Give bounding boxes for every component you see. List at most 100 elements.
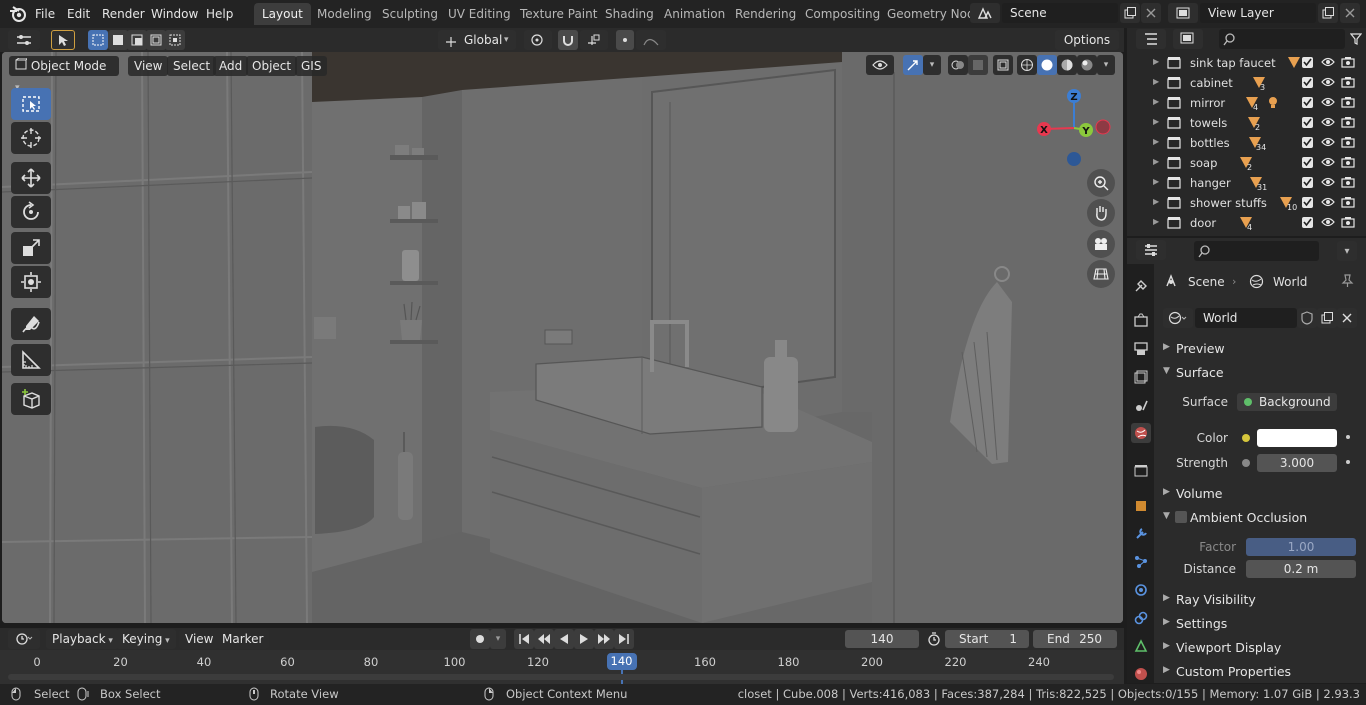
collection-tab-icon[interactable] bbox=[1131, 460, 1151, 480]
camera-render-icon[interactable] bbox=[1341, 136, 1355, 151]
tab-geometry-nodes[interactable]: Geometry Nod bbox=[879, 3, 983, 25]
outliner-search-input[interactable] bbox=[1219, 29, 1345, 49]
properties-search-input[interactable] bbox=[1194, 241, 1319, 261]
constraints-tab-icon[interactable] bbox=[1131, 608, 1151, 628]
exclude-checkbox[interactable] bbox=[1302, 197, 1313, 208]
timeline-menu-view[interactable]: View bbox=[179, 629, 220, 649]
prev-keyframe-icon[interactable] bbox=[534, 629, 554, 649]
eye-icon[interactable] bbox=[1321, 196, 1335, 211]
outliner-row[interactable]: ▶ towels 2 bbox=[1127, 113, 1366, 133]
expand-arrow-icon[interactable]: ▶ bbox=[1153, 197, 1159, 206]
expand-arrow-icon[interactable]: ▶ bbox=[1153, 97, 1159, 106]
keyframe-dot-icon[interactable] bbox=[1346, 435, 1350, 439]
timeline-menu-keying[interactable]: Keying ▾ bbox=[116, 629, 176, 649]
panel-viewport-display[interactable]: Viewport Display bbox=[1176, 640, 1281, 655]
filter-icon[interactable] bbox=[1347, 29, 1365, 49]
gizmo-neg-z-axis[interactable] bbox=[1067, 152, 1081, 166]
physics-tab-icon[interactable] bbox=[1131, 580, 1151, 600]
panel-ray-visibility[interactable]: Ray Visibility bbox=[1176, 592, 1256, 607]
tool-transform[interactable] bbox=[11, 266, 51, 298]
exclude-checkbox[interactable] bbox=[1302, 217, 1313, 228]
expand-arrow-icon[interactable]: ▶ bbox=[1153, 77, 1159, 86]
tool-measure[interactable] bbox=[11, 344, 51, 376]
camera-render-icon[interactable] bbox=[1341, 76, 1355, 91]
select-invert-icon[interactable] bbox=[146, 30, 166, 50]
options-dropdown[interactable]: Options ▾ bbox=[1055, 30, 1119, 67]
gizmo-neg-x-axis[interactable] bbox=[1095, 119, 1111, 135]
timeline-editor-type-icon[interactable] bbox=[8, 629, 40, 649]
proportional-edit-icon[interactable] bbox=[616, 30, 634, 50]
outliner-item-name[interactable]: mirror bbox=[1190, 96, 1225, 110]
properties-editor-type-icon[interactable] bbox=[1136, 240, 1166, 260]
color-swatch[interactable] bbox=[1257, 429, 1337, 447]
tab-compositing[interactable]: Compositing bbox=[797, 3, 888, 25]
exclude-checkbox[interactable] bbox=[1302, 57, 1313, 68]
expand-arrow-icon[interactable]: ▶ bbox=[1153, 137, 1159, 146]
chevron-down-icon[interactable]: ▾ bbox=[1337, 241, 1357, 261]
tab-texture-paint[interactable]: Texture Paint bbox=[512, 3, 605, 25]
eye-icon[interactable] bbox=[1321, 136, 1335, 151]
snap-toggle-icon[interactable] bbox=[558, 30, 578, 50]
outliner-item-name[interactable]: towels bbox=[1190, 116, 1227, 130]
camera-render-icon[interactable] bbox=[1341, 156, 1355, 171]
snap-target-icon[interactable] bbox=[580, 30, 608, 50]
shading-rendered-icon[interactable] bbox=[1077, 55, 1097, 75]
perspective-toggle-icon[interactable] bbox=[1087, 260, 1115, 288]
shading-solid-icon[interactable] bbox=[1037, 55, 1057, 75]
outliner-row[interactable]: ▶ mirror 4 bbox=[1127, 93, 1366, 113]
menu-window[interactable]: Window bbox=[151, 5, 198, 23]
tool-tab-icon[interactable] bbox=[1131, 276, 1151, 296]
panel-custom-properties[interactable]: Custom Properties bbox=[1176, 664, 1291, 679]
expand-arrow-icon[interactable]: ▶ bbox=[1153, 177, 1159, 186]
xray-disabled-icon[interactable] bbox=[968, 55, 988, 75]
panel-preview[interactable]: Preview bbox=[1176, 341, 1225, 356]
eye-icon[interactable] bbox=[1321, 216, 1335, 231]
editor-type-icon[interactable] bbox=[8, 30, 40, 50]
overlays-icon[interactable] bbox=[948, 55, 968, 75]
viewport-menu-object[interactable]: Object bbox=[246, 56, 298, 76]
camera-render-icon[interactable] bbox=[1341, 196, 1355, 211]
viewport-menu-select[interactable]: Select bbox=[167, 56, 217, 76]
eye-icon[interactable] bbox=[1321, 56, 1335, 71]
visibility-filter-icon[interactable] bbox=[866, 55, 894, 75]
menu-edit[interactable]: Edit bbox=[67, 5, 90, 23]
exclude-checkbox[interactable] bbox=[1302, 177, 1313, 188]
outliner-row[interactable]: ▶ hanger 31 bbox=[1127, 173, 1366, 193]
tool-scale[interactable] bbox=[11, 232, 51, 264]
play-reverse-icon[interactable] bbox=[554, 629, 574, 649]
exclude-checkbox[interactable] bbox=[1302, 117, 1313, 128]
fake-user-icon[interactable] bbox=[1297, 308, 1317, 328]
view-layer-tab-icon[interactable] bbox=[1131, 367, 1151, 387]
camera-render-icon[interactable] bbox=[1341, 56, 1355, 71]
strength-field[interactable]: 3.000 bbox=[1257, 454, 1337, 472]
timeline-scrubber[interactable]: 020406080100120140160180200220240140 bbox=[0, 650, 1124, 684]
eye-icon[interactable] bbox=[1321, 176, 1335, 191]
outliner-item-name[interactable]: sink tap faucet bbox=[1190, 56, 1276, 70]
tool-cursor[interactable] bbox=[11, 122, 51, 154]
tab-sculpting[interactable]: Sculpting bbox=[374, 3, 446, 25]
playhead-frame-badge[interactable]: 140 bbox=[606, 653, 637, 670]
exclude-checkbox[interactable] bbox=[1302, 77, 1313, 88]
tool-annotate[interactable] bbox=[11, 308, 51, 340]
camera-render-icon[interactable] bbox=[1341, 96, 1355, 111]
camera-view-icon[interactable] bbox=[1087, 230, 1115, 258]
start-frame-field[interactable]: Start 1 bbox=[945, 630, 1029, 648]
camera-render-icon[interactable] bbox=[1341, 216, 1355, 231]
object-tab-icon[interactable] bbox=[1131, 496, 1151, 516]
navigation-gizmo[interactable]: Z Y X bbox=[1032, 88, 1116, 168]
expand-arrow-icon[interactable]: ▶ bbox=[1153, 157, 1159, 166]
outliner-item-name[interactable]: hanger bbox=[1190, 176, 1231, 190]
outliner-item-name[interactable]: soap bbox=[1190, 156, 1217, 170]
view-layer-selector-icon[interactable] bbox=[1168, 3, 1198, 23]
outliner-row[interactable]: ▶ bottles 34 bbox=[1127, 133, 1366, 153]
timeline-menu-marker[interactable]: Marker bbox=[216, 629, 270, 649]
jump-start-icon[interactable] bbox=[514, 629, 534, 649]
view-layer-name-field[interactable]: View Layer bbox=[1200, 3, 1316, 23]
panel-surface[interactable]: Surface bbox=[1176, 365, 1224, 380]
menu-render[interactable]: Render bbox=[102, 5, 145, 23]
new-world-icon[interactable] bbox=[1317, 308, 1337, 328]
panel-settings[interactable]: Settings bbox=[1176, 616, 1227, 631]
scene-render[interactable] bbox=[2, 52, 1123, 623]
expand-arrow-icon[interactable]: ▶ bbox=[1153, 57, 1159, 66]
new-view-layer-icon[interactable] bbox=[1318, 3, 1338, 23]
